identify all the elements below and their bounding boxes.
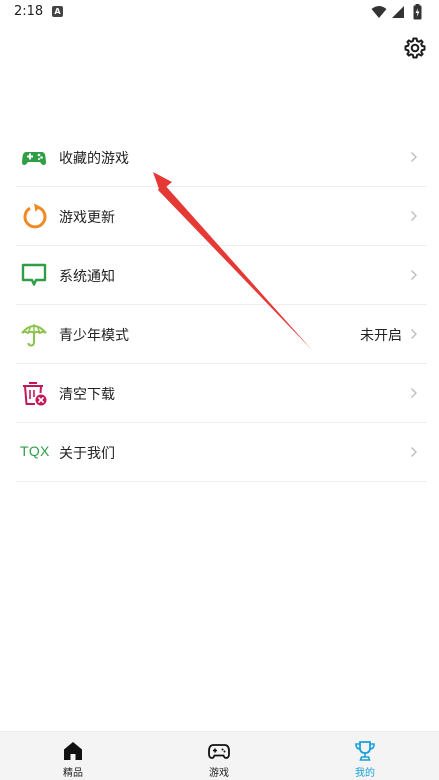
umbrella-icon	[21, 324, 47, 347]
menu-list: 收藏的游戏 游戏更新 系统通知 青少年模式 未开启 清空下载 TQX 关于我们	[16, 128, 427, 482]
notification-icon: A	[52, 6, 63, 17]
message-icon	[21, 263, 47, 286]
status-time: 2:18	[14, 4, 44, 19]
trophy-icon	[355, 741, 375, 761]
controller-icon	[208, 744, 230, 759]
menu-item-label: 系统通知	[59, 269, 115, 285]
battery-icon	[413, 4, 422, 20]
home-icon	[64, 742, 82, 760]
bottom-tab-bar: 精品 游戏 我的	[0, 731, 439, 780]
refresh-icon	[23, 203, 47, 229]
status-bar: 2:18 A	[0, 0, 439, 26]
gamepad-icon	[22, 152, 46, 165]
tab-label: 游戏	[209, 768, 229, 779]
tqx-logo: TQX	[20, 443, 50, 459]
chevron-right-icon	[411, 270, 417, 280]
chevron-right-icon	[411, 211, 417, 221]
tab-label: 我的	[355, 768, 375, 779]
status-icons	[371, 4, 431, 20]
wifi-icon	[371, 6, 387, 18]
menu-item-label: 游戏更新	[59, 210, 115, 226]
chevron-right-icon	[411, 388, 417, 398]
menu-item-favorites[interactable]: 收藏的游戏	[16, 128, 427, 187]
tab-games[interactable]: 游戏	[146, 732, 292, 780]
tab-label: 精品	[63, 768, 83, 779]
menu-item-clear-downloads[interactable]: 清空下载	[16, 364, 427, 423]
tab-featured[interactable]: 精品	[0, 732, 146, 780]
trash-icon	[23, 382, 47, 406]
tab-mine[interactable]: 我的	[292, 732, 438, 780]
menu-item-notifications[interactable]: 系统通知	[16, 246, 427, 305]
menu-item-label: 清空下载	[59, 387, 115, 403]
chevron-right-icon	[411, 329, 417, 339]
signal-icon	[392, 6, 404, 18]
gear-icon	[404, 37, 426, 59]
menu-item-label: 青少年模式	[59, 328, 129, 344]
chevron-right-icon	[411, 152, 417, 162]
menu-item-teen-mode[interactable]: 青少年模式 未开启	[16, 305, 427, 364]
menu-item-label: 收藏的游戏	[59, 151, 129, 167]
chevron-right-icon	[411, 447, 417, 457]
menu-item-about-us[interactable]: TQX 关于我们	[16, 423, 427, 482]
menu-item-label: 关于我们	[59, 446, 115, 462]
settings-button[interactable]	[403, 36, 427, 60]
teen-mode-status: 未开启	[360, 328, 402, 344]
menu-item-game-updates[interactable]: 游戏更新	[16, 187, 427, 246]
